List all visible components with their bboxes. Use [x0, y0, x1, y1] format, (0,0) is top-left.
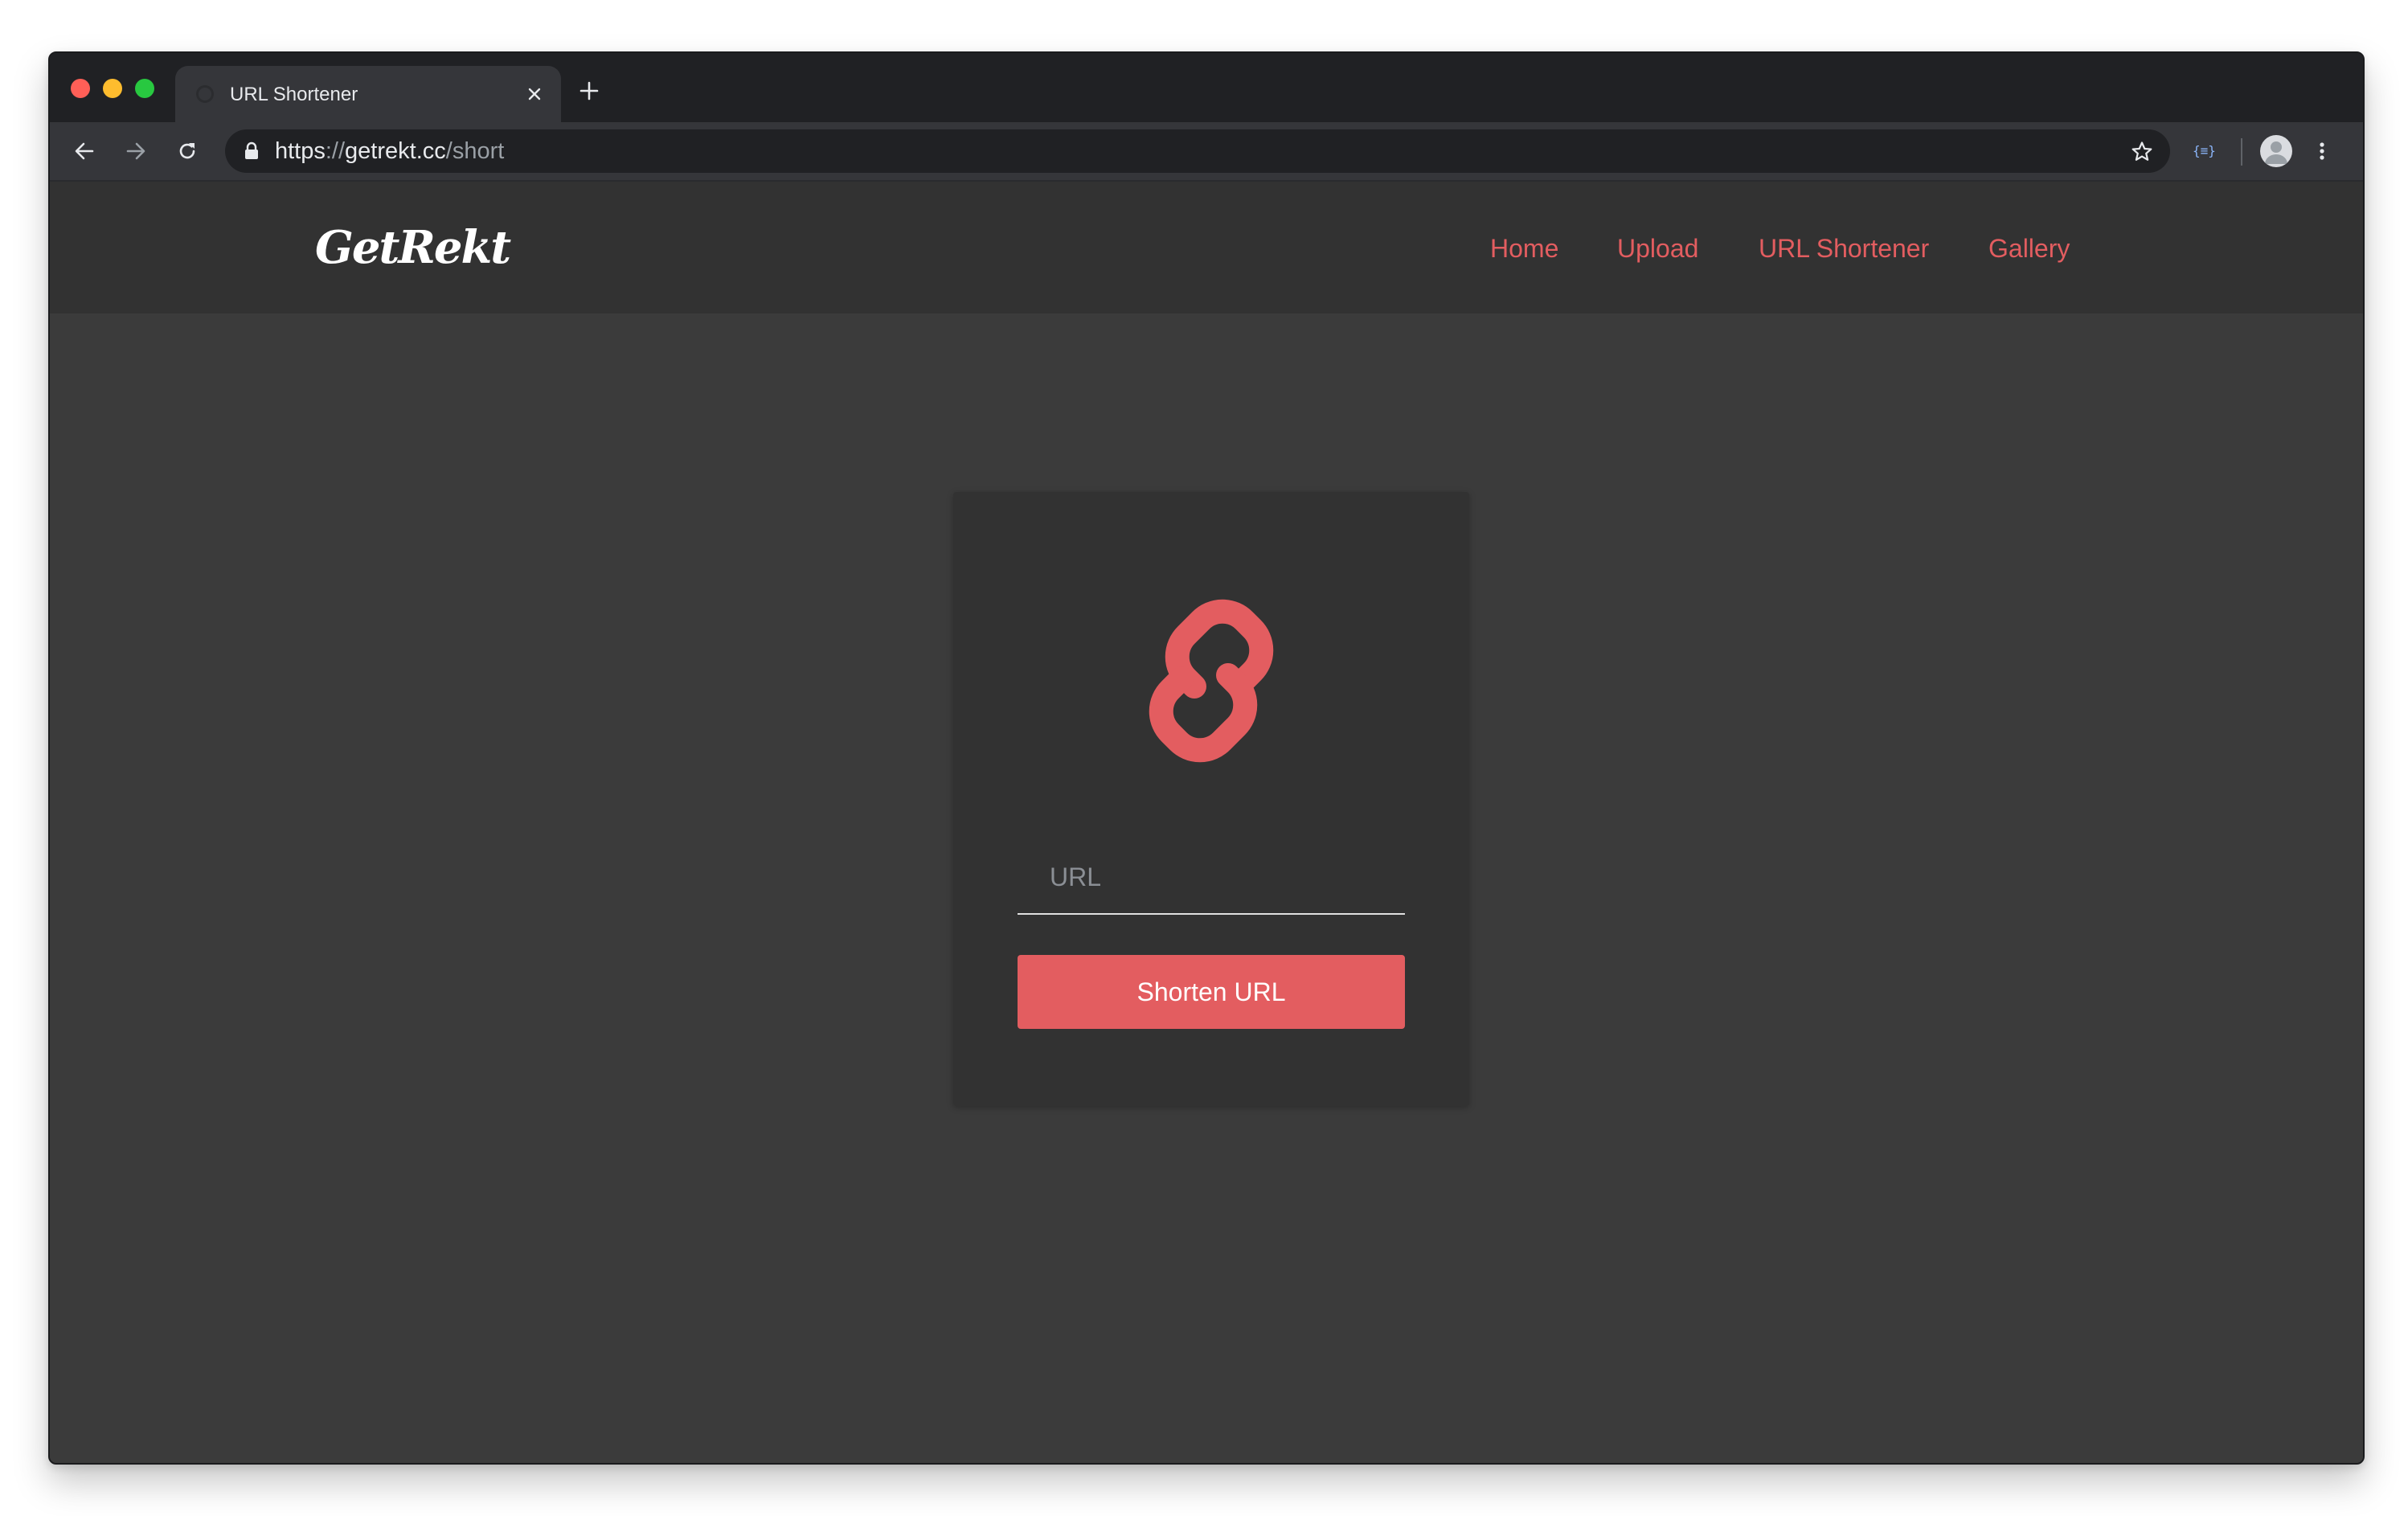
new-tab-icon[interactable]: [577, 79, 601, 103]
brand-logo[interactable]: GetRekt: [315, 217, 511, 278]
browser-toolbar: https://getrekt.cc/short {≡}: [50, 122, 2363, 182]
address-bar[interactable]: https://getrekt.cc/short: [225, 129, 2170, 173]
page-content: GetRekt Home Upload URL Shortener Galler…: [50, 182, 2363, 1463]
person-icon: [2265, 141, 2287, 164]
address-url[interactable]: https://getrekt.cc/short: [275, 137, 504, 165]
nav-upload-link[interactable]: Upload: [1617, 231, 1698, 265]
back-arrow-icon[interactable]: [72, 139, 96, 163]
extension-icon[interactable]: {≡}: [2193, 140, 2216, 162]
tab-url-shortener[interactable]: URL Shortener: [175, 66, 561, 122]
url-path: /short: [445, 138, 505, 164]
nav-url-shortener-link[interactable]: URL Shortener: [1759, 231, 1929, 265]
shortener-card: Shorten URL: [953, 492, 1469, 1106]
nav-home-link[interactable]: Home: [1490, 231, 1558, 265]
nav-gallery-link[interactable]: Gallery: [1988, 231, 2070, 265]
site-navbar: GetRekt Home Upload URL Shortener Galler…: [50, 182, 2363, 313]
url-input[interactable]: [1018, 841, 1405, 915]
reload-icon[interactable]: [175, 139, 199, 163]
close-tab-icon[interactable]: [522, 82, 547, 106]
tab-title: URL Shortener: [230, 84, 358, 105]
maximize-window-button[interactable]: [135, 79, 154, 98]
url-host: getrekt.cc: [345, 138, 446, 164]
browser-window: URL Shortener https://getrekt.cc/short {…: [48, 51, 2365, 1465]
more-menu-icon[interactable]: [2310, 139, 2334, 163]
minimize-window-button[interactable]: [103, 79, 122, 98]
profile-avatar-icon[interactable]: [2260, 135, 2292, 167]
url-scheme: https: [275, 138, 326, 164]
tab-strip: URL Shortener: [50, 53, 2363, 122]
loading-favicon-icon: [196, 85, 214, 103]
lock-icon[interactable]: [243, 141, 260, 161]
link-icon: [1149, 599, 1274, 763]
bookmark-star-icon[interactable]: [2130, 140, 2154, 164]
forward-arrow-icon[interactable]: [124, 139, 148, 163]
url-separator: ://: [325, 138, 346, 164]
toolbar-divider: [2241, 138, 2242, 166]
close-window-button[interactable]: [71, 79, 90, 98]
shorten-url-button[interactable]: Shorten URL: [1018, 955, 1405, 1029]
